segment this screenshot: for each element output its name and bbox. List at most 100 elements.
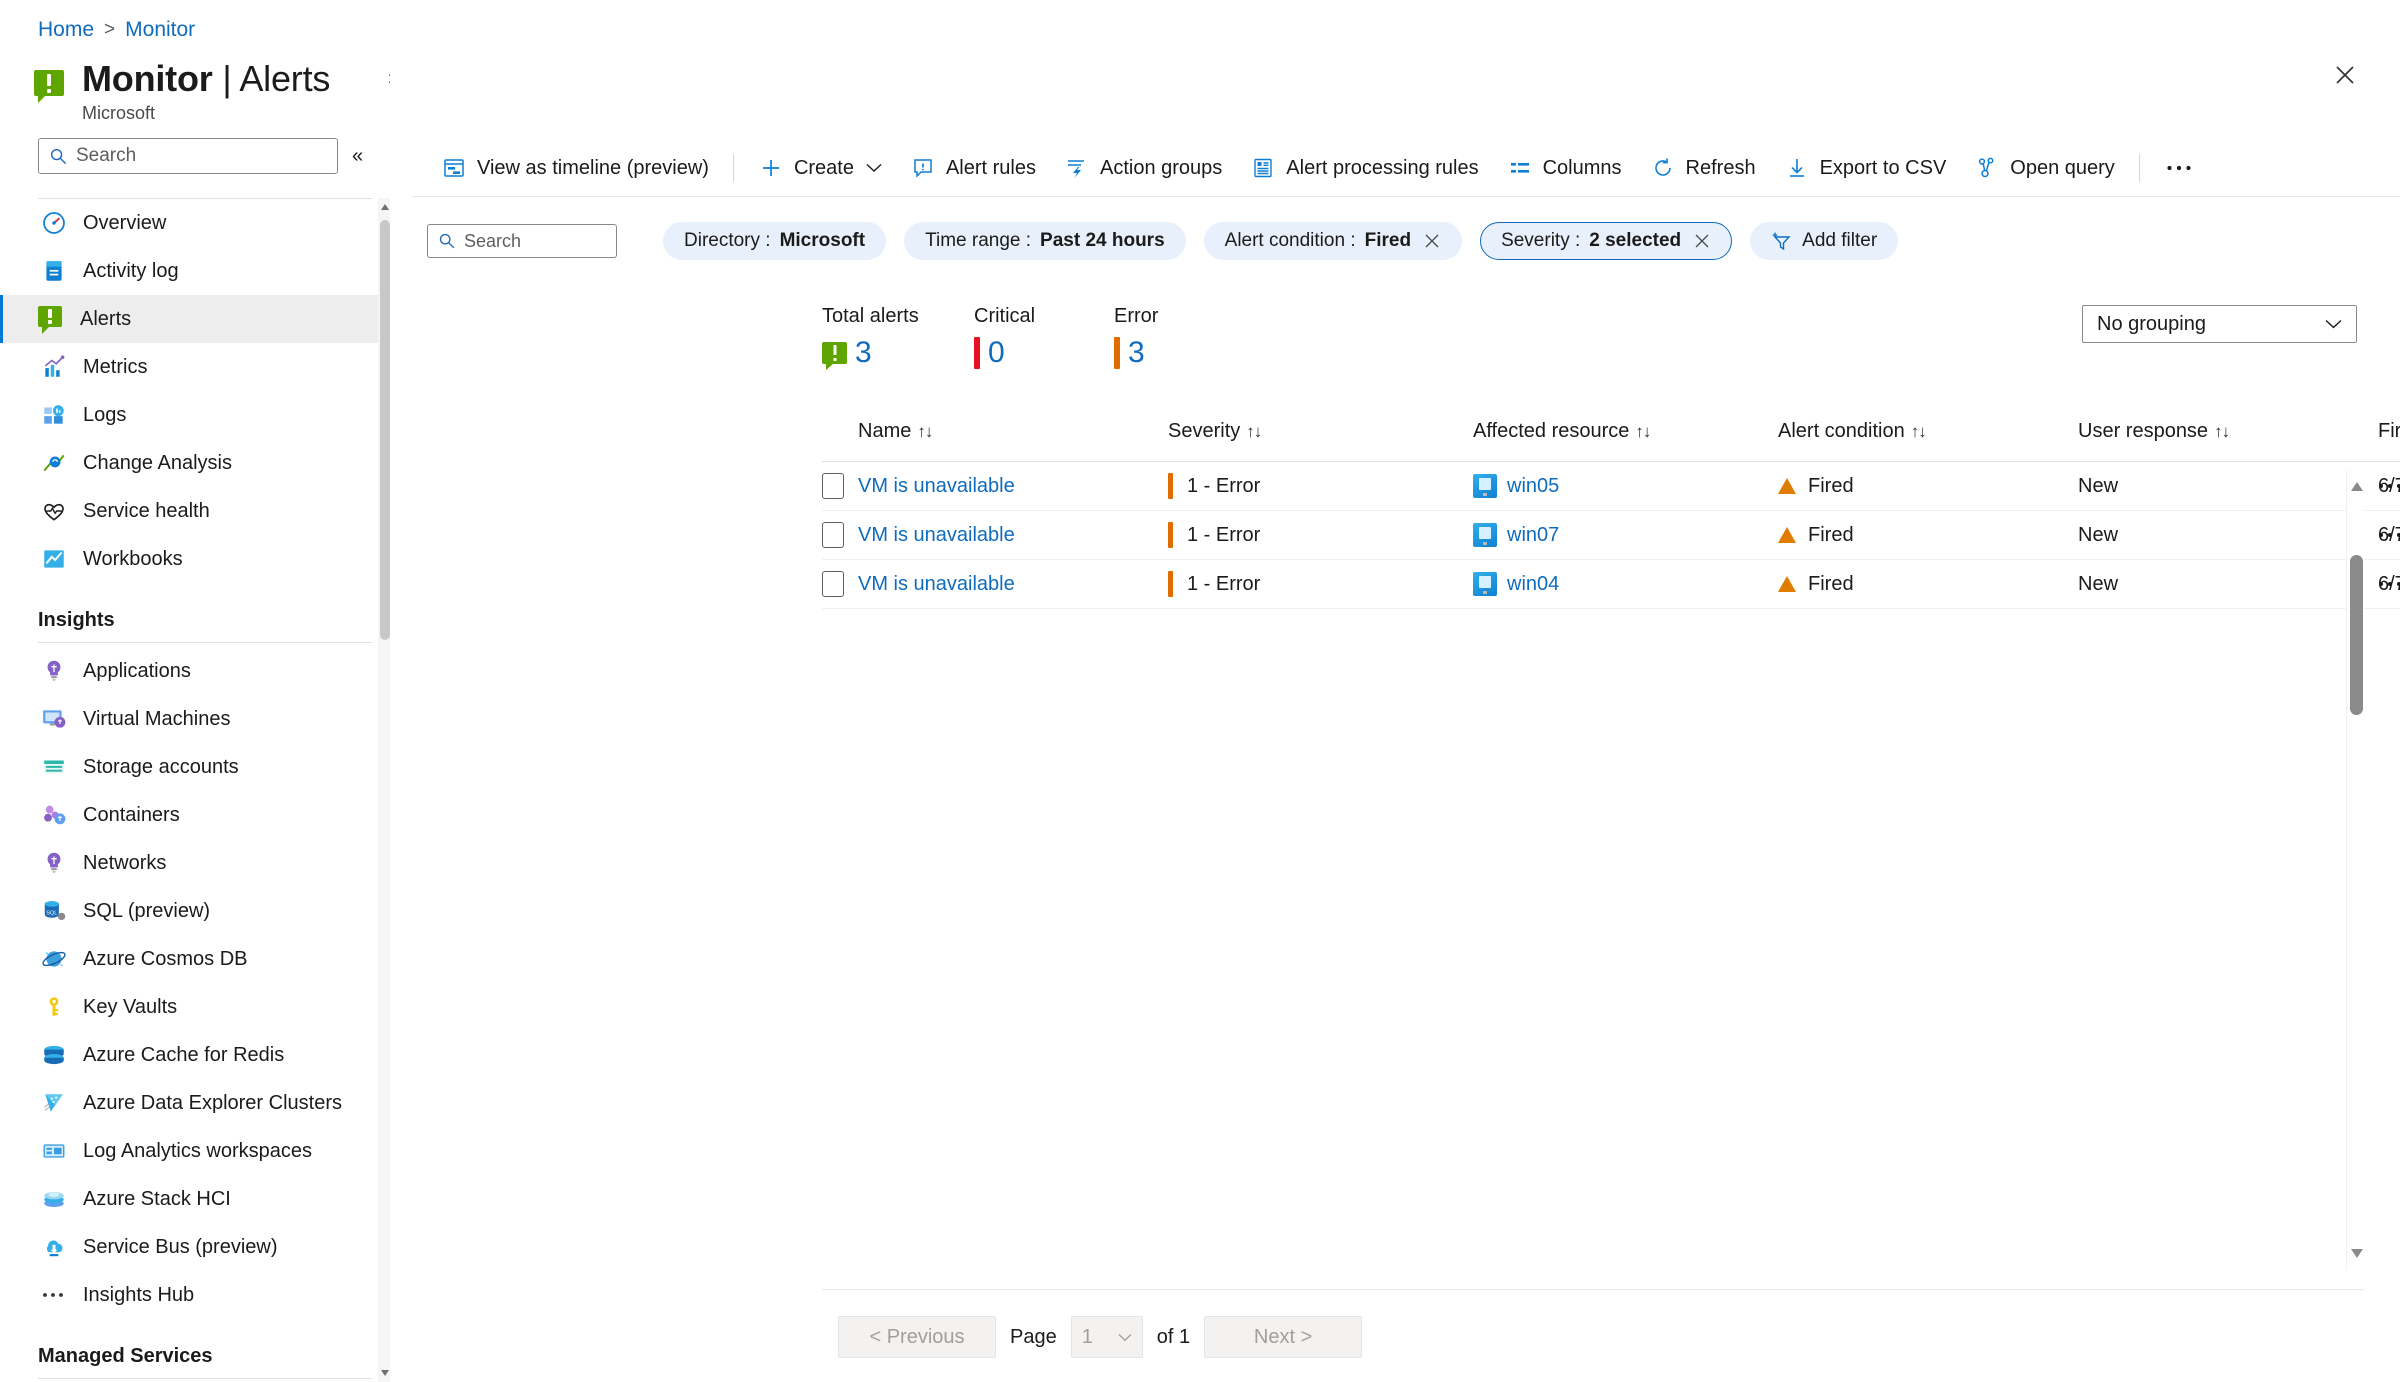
filter-pill-time-range[interactable]: Time range : Past 24 hours — [904, 222, 1186, 260]
sidebar-item-sql[interactable]: SQL SQL (preview) — [0, 887, 390, 935]
breadcrumb-monitor[interactable]: Monitor — [125, 18, 195, 42]
severity-text: 1 - Error — [1187, 572, 1261, 595]
command-label: Create — [793, 156, 854, 179]
sidebar-item-azure-cache-for-redis[interactable]: Azure Cache for Redis — [0, 1031, 390, 1079]
sidebar-item-logs[interactable]: Logs — [0, 391, 390, 439]
remove-filter-icon[interactable] — [1693, 232, 1711, 250]
sidebar-item-metrics[interactable]: Metrics — [0, 343, 390, 391]
view-as-timeline-button[interactable]: View as timeline (preview) — [427, 146, 723, 190]
add-filter-button[interactable]: Add filter — [1750, 222, 1899, 260]
cell-user-response: New — [2078, 474, 2119, 497]
sidebar-item-insights-hub[interactable]: Insights Hub — [0, 1271, 390, 1319]
breadcrumb-separator: > — [104, 19, 116, 40]
sidebar-item-activity-log[interactable]: Activity log — [0, 247, 390, 295]
column-header-severity[interactable]: Severity ↑↓ — [1168, 420, 1473, 462]
sidebar-item-networks[interactable]: Networks — [0, 839, 390, 887]
scroll-down-arrow-icon[interactable] — [2351, 1249, 2363, 1258]
chevron-down-icon — [2325, 319, 2342, 329]
scroll-up-arrow-icon[interactable] — [381, 204, 389, 210]
sidebar-search-input[interactable]: Search — [38, 138, 338, 175]
column-header-user-response[interactable]: User response ↑↓ — [2078, 420, 2378, 462]
sidebar-item-alerts[interactable]: Alerts — [0, 295, 390, 343]
grouping-value: No grouping — [2097, 312, 2206, 335]
summary-critical[interactable]: Critical 0 — [974, 305, 1114, 370]
filter-pill-directory[interactable]: Directory : Microsoft — [663, 222, 887, 260]
column-header-affected-resource[interactable]: Affected resource ↑↓ — [1473, 420, 1778, 462]
alert-name-link[interactable]: VM is unavailable — [858, 475, 1015, 497]
sidebar-item-log-analytics-workspaces[interactable]: Log Analytics workspaces — [0, 1127, 390, 1175]
resource-link[interactable]: win07 — [1507, 524, 1559, 547]
download-icon — [1784, 155, 1810, 181]
sidebar-item-applications[interactable]: Applications — [0, 647, 390, 695]
sidebar-item-key-vaults[interactable]: Key Vaults — [0, 983, 390, 1031]
alert-processing-rules-button[interactable]: Alert processing rules — [1236, 146, 1492, 190]
alert-badge-icon — [822, 342, 847, 370]
resource-link[interactable]: win04 — [1507, 573, 1559, 596]
refresh-button[interactable]: Refresh — [1636, 146, 1770, 190]
action-groups-button[interactable]: Action groups — [1050, 146, 1236, 190]
column-header-alert-condition[interactable]: Alert condition ↑↓ — [1778, 420, 2078, 462]
breadcrumb-home[interactable]: Home — [38, 18, 94, 42]
scroll-down-arrow-icon[interactable] — [381, 1370, 389, 1376]
command-overflow-button[interactable] — [2150, 164, 2210, 172]
row-checkbox[interactable] — [822, 571, 844, 597]
export-to-csv-button[interactable]: Export to CSV — [1770, 146, 1961, 190]
sidebar-item-azure-data-explorer-clusters[interactable]: Azure Data Explorer Clusters — [0, 1079, 390, 1127]
row-checkbox[interactable] — [822, 473, 844, 499]
grid-search-input[interactable]: Search — [427, 224, 617, 258]
sidebar-item-azure-stack-hci[interactable]: Azure Stack HCI — [0, 1175, 390, 1223]
sidebar-item-workbooks[interactable]: Workbooks — [0, 535, 390, 583]
sidebar-item-change-analysis[interactable]: Change Analysis — [0, 439, 390, 487]
sidebar-item-label: Change Analysis — [83, 451, 232, 474]
activity-log-icon — [41, 258, 67, 284]
alert-name-link[interactable]: VM is unavailable — [858, 524, 1015, 546]
close-blade-button[interactable] — [2328, 58, 2362, 92]
sidebar-item-label: Azure Stack HCI — [83, 1187, 231, 1210]
sidebar-item-service-health[interactable]: Service health — [0, 487, 390, 535]
filter-pill-alert-condition[interactable]: Alert condition : Fired — [1203, 222, 1463, 260]
table-row[interactable]: VM is unavailable 1 - Error win05 Fired … — [822, 462, 2400, 511]
alert-name-link[interactable]: VM is unavailable — [858, 573, 1015, 595]
summary-value: 3 — [855, 336, 872, 369]
warning-triangle-icon — [1778, 576, 1796, 592]
create-button[interactable]: Create — [744, 146, 896, 190]
main-content: View as timeline (preview) Create Alert … — [390, 0, 2400, 1382]
sidebar-item-virtual-machines[interactable]: Virtual Machines — [0, 695, 390, 743]
sidebar-item-label: Activity log — [83, 259, 179, 282]
alert-rules-button[interactable]: Alert rules — [896, 146, 1050, 190]
scroll-up-arrow-icon[interactable] — [2351, 482, 2363, 491]
sidebar-item-overview[interactable]: Overview — [0, 199, 390, 247]
table-row[interactable]: VM is unavailable 1 - Error win07 Fired … — [822, 511, 2400, 560]
filter-pill-severity[interactable]: Severity : 2 selected — [1480, 222, 1733, 260]
summary-label: Error — [1114, 305, 1159, 327]
sidebar-item-azure-cosmos-db[interactable]: Azure Cosmos DB — [0, 935, 390, 983]
summary-total-alerts[interactable]: Total alerts 3 — [822, 305, 974, 370]
table-row[interactable]: VM is unavailable 1 - Error win04 Fired … — [822, 560, 2400, 609]
sidebar-item-containers[interactable]: Containers — [0, 791, 390, 839]
summary-error[interactable]: Error 3 — [1114, 305, 1254, 370]
add-filter-label: Add filter — [1802, 230, 1878, 251]
row-checkbox[interactable] — [822, 522, 844, 548]
table-header-row: Name ↑↓ Severity ↑↓ Affected resource ↑↓ Al… — [822, 420, 2400, 462]
sidebar-item-storage-accounts[interactable]: Storage accounts — [0, 743, 390, 791]
next-page-button[interactable]: Next > — [1204, 1316, 1363, 1358]
command-separator — [732, 154, 734, 182]
grouping-dropdown[interactable]: No grouping — [2082, 305, 2357, 343]
sidebar-item-label: Networks — [83, 851, 167, 874]
collapse-sidebar-button[interactable]: « — [352, 145, 363, 168]
page-number-select[interactable]: 1 — [1070, 1316, 1143, 1358]
previous-page-button[interactable]: < Previous — [838, 1316, 996, 1358]
grid-scrollbar-thumb[interactable] — [2350, 555, 2363, 715]
open-query-button[interactable]: Open query — [1960, 146, 2129, 190]
resource-link[interactable]: win05 — [1507, 475, 1559, 498]
remove-filter-icon[interactable] — [1423, 232, 1441, 250]
sidebar-item-service-bus[interactable]: Service Bus (preview) — [0, 1223, 390, 1271]
row-checkbox-cell — [822, 560, 858, 609]
columns-button[interactable]: Columns — [1493, 146, 1636, 190]
sidebar-group-rule — [38, 642, 372, 643]
sidebar-scrollbar-thumb[interactable] — [380, 220, 390, 640]
cell-name: VM is unavailable — [858, 462, 1168, 511]
severity-bar — [1168, 571, 1173, 597]
column-header-name[interactable]: Name ↑↓ — [858, 420, 1168, 462]
grid-scrollbar[interactable] — [2346, 470, 2364, 1270]
